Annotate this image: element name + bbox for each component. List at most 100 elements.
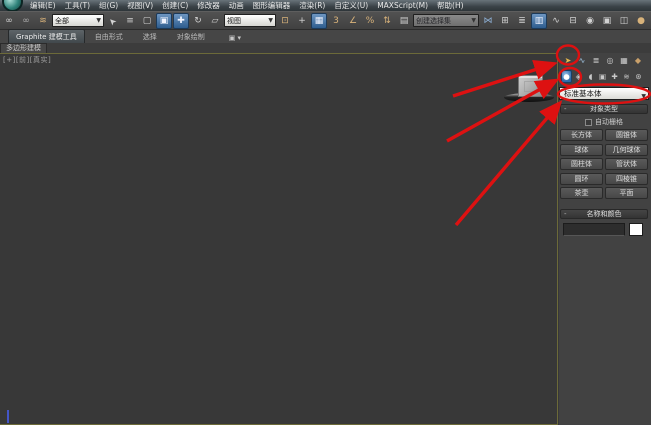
systems-icon[interactable]: ⊛ — [633, 70, 644, 83]
material-editor-icon[interactable]: ◉ — [582, 13, 598, 29]
menu-graph-editors[interactable]: 图形编辑器 — [253, 0, 291, 11]
shapes-icon[interactable]: ◈ — [573, 70, 584, 83]
rollout-object-type[interactable]: - 对象类型 — [560, 104, 648, 114]
motion-tab-icon[interactable]: ◎ — [604, 54, 616, 66]
select-by-name-icon[interactable]: ≡ — [122, 13, 138, 29]
chevron-down-icon: ▼ — [471, 17, 476, 24]
helpers-icon[interactable]: ✚ — [609, 70, 620, 83]
curve-editor-icon[interactable]: ∿ — [548, 13, 564, 29]
scene-object-box[interactable] — [518, 75, 543, 97]
menu-customize[interactable]: 自定义(U) — [334, 0, 368, 11]
geometry-category-dropdown[interactable]: 标准基本体 ▼ — [559, 87, 649, 100]
teapot-button[interactable]: 茶壶 — [560, 187, 603, 199]
select-and-scale-icon[interactable]: ▱ — [207, 13, 223, 29]
cameras-icon[interactable]: ▣ — [597, 70, 608, 83]
render-production-icon[interactable]: ● — [633, 13, 649, 29]
menu-create[interactable]: 创建(C) — [162, 0, 188, 11]
angle-snap-icon[interactable]: ∠ — [345, 13, 361, 29]
select-and-manipulate-icon[interactable]: + — [294, 13, 310, 29]
object-color-swatch[interactable] — [629, 223, 643, 236]
title-bar: 编辑(E) 工具(T) 组(G) 视图(V) 创建(C) 修改器 动画 图形编辑… — [0, 0, 651, 11]
collapse-icon: - — [564, 105, 567, 114]
display-tab-icon[interactable]: ▦ — [618, 54, 630, 66]
snaps-toggle-icon[interactable]: 3 — [328, 13, 344, 29]
tab-selection[interactable]: 选择 — [133, 30, 167, 43]
autogrid-row: 自动栅格 — [559, 117, 649, 127]
cone-button[interactable]: 圆锥体 — [605, 129, 648, 141]
percent-snap-icon[interactable]: % — [362, 13, 378, 29]
tab-polygon-modeling[interactable]: 多边形建模 — [0, 43, 47, 53]
tab-object-paint[interactable]: 对象绘制 — [167, 30, 215, 43]
rollout-name-color-title: 名称和颜色 — [587, 210, 622, 218]
menu-group[interactable]: 组(G) — [99, 0, 118, 11]
rectangular-selection-region-icon[interactable]: ▢ — [139, 13, 155, 29]
menu-tools[interactable]: 工具(T) — [65, 0, 90, 11]
command-panel-tabs: ➤ ∿ ≣ ◎ ▦ ◆ — [562, 54, 644, 66]
mirror-icon[interactable]: ⋈ — [480, 13, 496, 29]
box-button[interactable]: 长方体 — [560, 129, 603, 141]
toggle-ribbon-icon[interactable]: ▥ — [531, 13, 547, 29]
primitive-buttons: 长方体 圆锥体 球体 几何球体 圆柱体 管状体 圆环 四棱锥 茶壶 平面 — [560, 129, 649, 199]
pyramid-button[interactable]: 四棱锥 — [605, 173, 648, 185]
viewport-front[interactable]: [+][前][真实] — [0, 53, 558, 425]
name-color-row — [559, 223, 649, 237]
world-axis-gizmo — [7, 410, 9, 423]
bind-to-space-warp-icon[interactable]: ≋ — [35, 13, 51, 29]
keyboard-override-icon[interactable]: ▦ — [311, 13, 327, 29]
tube-button[interactable]: 管状体 — [605, 158, 648, 170]
main-toolbar: ∞ ∞ ≋ 全部 ▼ ➤ ≡ ▢ ▣ ✚ ↻ ▱ 视图 ▼ ⊡ + ▦ 3 ∠ … — [0, 11, 651, 30]
create-tab-icon[interactable]: ➤ — [562, 54, 574, 66]
utilities-tab-icon[interactable]: ◆ — [632, 54, 644, 66]
select-and-link-icon[interactable]: ∞ — [1, 13, 17, 29]
select-and-rotate-icon[interactable]: ↻ — [190, 13, 206, 29]
create-subcategory-tabs: ● ◈ ◖ ▣ ✚ ≋ ⊛ — [561, 70, 644, 83]
torus-button[interactable]: 圆环 — [560, 173, 603, 185]
autogrid-checkbox[interactable] — [585, 119, 592, 126]
menu-edit[interactable]: 编辑(E) — [30, 0, 56, 11]
reference-coordinate-dropdown[interactable]: 视图 ▼ — [224, 14, 276, 27]
reference-coordinate-value: 视图 — [227, 16, 241, 26]
geometry-category-value: 标准基本体 — [564, 89, 602, 98]
ribbon-minimize-dropdown[interactable]: ▣ ▾ — [229, 34, 241, 43]
viewport-label[interactable]: [+][前][真实] — [3, 55, 51, 65]
menu-maxscript[interactable]: MAXScript(M) — [377, 1, 428, 10]
menu-help[interactable]: 帮助(H) — [437, 0, 464, 11]
geosphere-button[interactable]: 几何球体 — [605, 144, 648, 156]
object-name-input[interactable] — [563, 223, 625, 236]
menu-rendering[interactable]: 渲染(R) — [299, 0, 325, 11]
ribbon-tab-bar: Graphite 建模工具 自由形式 选择 对象绘制 ▣ ▾ — [0, 30, 651, 43]
menu-views[interactable]: 视图(V) — [127, 0, 153, 11]
modify-tab-icon[interactable]: ∿ — [576, 54, 588, 66]
render-setup-icon[interactable]: ▣ — [599, 13, 615, 29]
hierarchy-tab-icon[interactable]: ≣ — [590, 54, 602, 66]
unlink-selection-icon[interactable]: ∞ — [18, 13, 34, 29]
menu-modifiers[interactable]: 修改器 — [197, 0, 220, 11]
select-object-icon[interactable]: ➤ — [102, 9, 125, 32]
selection-filter-dropdown[interactable]: 全部 ▼ — [52, 14, 104, 27]
named-selection-sets-dropdown[interactable]: 创建选择集 ▼ — [413, 14, 479, 27]
schematic-view-icon[interactable]: ⊟ — [565, 13, 581, 29]
space-warps-icon[interactable]: ≋ — [621, 70, 632, 83]
cylinder-button[interactable]: 圆柱体 — [560, 158, 603, 170]
menu-animation[interactable]: 动画 — [229, 0, 244, 11]
lights-icon[interactable]: ◖ — [585, 70, 596, 83]
select-and-move-icon[interactable]: ✚ — [173, 13, 189, 29]
command-panel: ➤ ∿ ≣ ◎ ▦ ◆ ● ◈ ◖ ▣ ✚ ≋ ⊛ 标准基本体 ▼ - 对象类型… — [559, 53, 651, 425]
window-crossing-icon[interactable]: ▣ — [156, 13, 172, 29]
selection-filter-value: 全部 — [55, 16, 69, 26]
tab-freeform[interactable]: 自由形式 — [85, 30, 133, 43]
rollout-name-color[interactable]: - 名称和颜色 — [560, 209, 648, 219]
plane-button[interactable]: 平面 — [605, 187, 648, 199]
edit-named-selection-sets-icon[interactable]: ▤ — [396, 13, 412, 29]
rendered-frame-icon[interactable]: ◫ — [616, 13, 632, 29]
layer-manager-icon[interactable]: ≣ — [514, 13, 530, 29]
geometry-icon[interactable]: ● — [561, 70, 572, 83]
spinner-snap-icon[interactable]: ⇅ — [379, 13, 395, 29]
chevron-down-icon: ▼ — [96, 17, 101, 24]
sphere-button[interactable]: 球体 — [560, 144, 603, 156]
tab-graphite-modeling-tools[interactable]: Graphite 建模工具 — [8, 29, 85, 43]
align-icon[interactable]: ⊞ — [497, 13, 513, 29]
rollout-object-type-title: 对象类型 — [590, 105, 618, 113]
use-pivot-center-icon[interactable]: ⊡ — [277, 13, 293, 29]
menu-bar: 编辑(E) 工具(T) 组(G) 视图(V) 创建(C) 修改器 动画 图形编辑… — [30, 0, 464, 11]
